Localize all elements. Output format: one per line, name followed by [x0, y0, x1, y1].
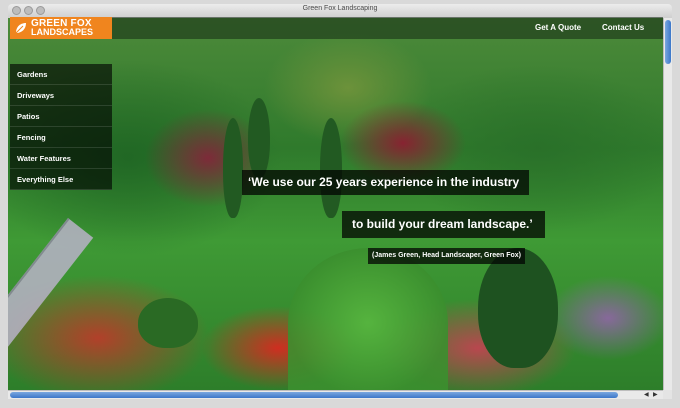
green-fox-logo[interactable]: GREEN FOX LANDSCAPES	[10, 17, 112, 39]
hero-attribution: (James Green, Head Landscaper, Green Fox…	[368, 248, 526, 264]
shrub-decoration	[138, 298, 198, 348]
scroll-left-arrow-icon[interactable]: ◀	[644, 391, 649, 399]
vertical-scrollbar[interactable]	[663, 18, 672, 390]
get-a-quote-link[interactable]: Get A Quote	[535, 23, 581, 32]
conifer-tree-decoration	[478, 248, 558, 368]
cypress-tree-decoration	[248, 98, 270, 178]
sidenav-item-water-features[interactable]: Water Features	[10, 148, 112, 169]
top-nav-bar: Get A Quote Contact Us	[112, 17, 663, 39]
scroll-right-arrow-icon[interactable]: ▶	[653, 391, 658, 399]
sidenav-item-driveways[interactable]: Driveways	[10, 85, 112, 106]
garden-path-decoration	[8, 218, 94, 390]
resize-corner[interactable]	[663, 390, 672, 399]
vertical-scroll-thumb[interactable]	[665, 20, 671, 64]
logo-text: GREEN FOX LANDSCAPES	[31, 19, 94, 37]
sidenav-item-patios[interactable]: Patios	[10, 106, 112, 127]
horizontal-scrollbar[interactable]: ◀ ▶	[8, 390, 663, 399]
cypress-tree-decoration	[320, 118, 342, 218]
sidenav-item-fencing[interactable]: Fencing	[10, 127, 112, 148]
hero-quote-line1: ‘We use our 25 years experience in the i…	[242, 170, 530, 195]
sidenav-item-everything-else[interactable]: Everything Else	[10, 169, 112, 190]
sidenav-item-gardens[interactable]: Gardens	[10, 64, 112, 85]
cypress-tree-decoration	[223, 118, 243, 218]
horizontal-scroll-thumb[interactable]	[10, 392, 618, 398]
browser-window: Green Fox Landscaping Get A Quote Contac…	[0, 0, 680, 408]
leaf-icon	[15, 23, 26, 34]
side-nav: Gardens Driveways Patios Fencing Water F…	[10, 64, 112, 190]
contact-us-link[interactable]: Contact Us	[602, 23, 644, 32]
logo-line2: LANDSCAPES	[31, 27, 94, 37]
hero-quote-line2: to build your dream landscape.’	[342, 211, 545, 238]
window-title: Green Fox Landscaping	[302, 5, 378, 12]
lawn-decoration	[288, 248, 448, 390]
